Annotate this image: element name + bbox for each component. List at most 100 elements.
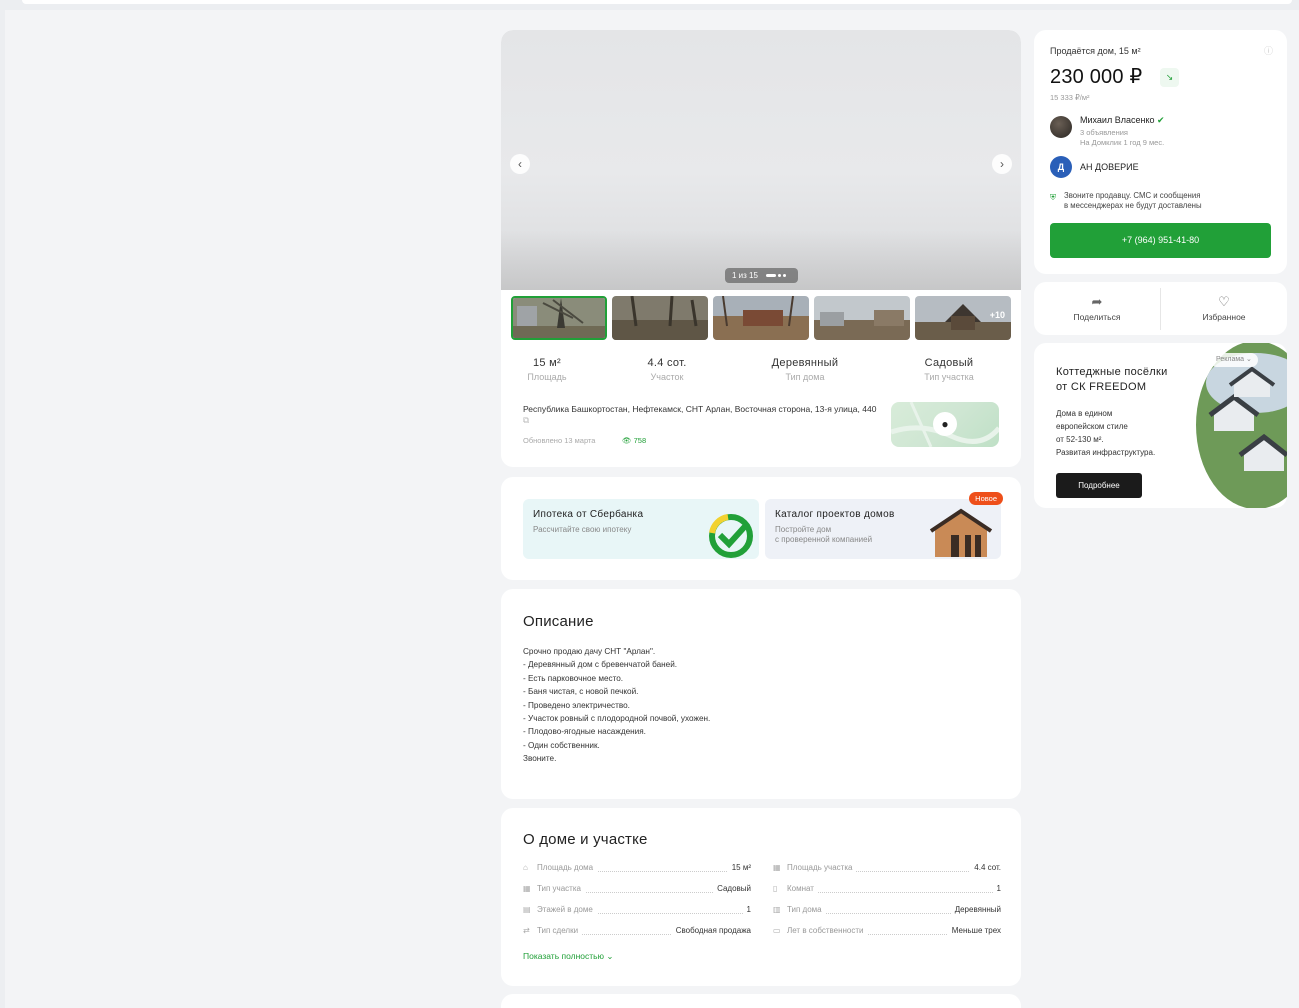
param-row: ▤ Этажей в доме 1	[523, 905, 751, 917]
description-title: Описание	[523, 613, 594, 630]
price-per-meter: 15 333 ₽/м²	[1050, 93, 1090, 102]
thumbnail-strip: +10	[511, 296, 1011, 340]
favorite-label: Избранное	[1202, 312, 1246, 322]
chevron-left-icon: ‹	[518, 157, 522, 171]
param-value: 1	[992, 884, 1001, 893]
seller-ads-count: 3 объявления	[1080, 128, 1128, 137]
catalog-subtitle-line: с проверенной компанией	[775, 535, 873, 544]
param-row: ▥ Тип дома Деревянный	[773, 905, 1001, 917]
param-value: 1	[742, 905, 751, 914]
param-row: ⌂ Площадь дома 15 м²	[523, 863, 751, 875]
param-value: Меньше трех	[947, 926, 1001, 935]
share-label: Поделиться	[1073, 312, 1121, 322]
param-row: ▯ Комнат 1	[773, 884, 1001, 896]
param-key: Тип сделки	[537, 926, 583, 935]
ad-text-line: Дома в едином	[1056, 409, 1113, 418]
spec-value: Садовый	[924, 357, 974, 369]
prev-photo-button[interactable]: ‹	[510, 154, 530, 174]
share-button[interactable]: ➦ Поделиться	[1034, 294, 1160, 322]
description-line: - Проведено электричество.	[523, 700, 630, 710]
catalog-banner[interactable]: Каталог проектов домов Постройте дом с п…	[765, 499, 1001, 559]
spec-house-type: Деревянный Тип дома	[755, 357, 855, 382]
description-line: - Участок ровный с плодородной почвой, у…	[523, 714, 711, 724]
updated-date: Обновлено 13 марта	[523, 436, 596, 445]
description-line: - Один собственник.	[523, 740, 600, 750]
warning-line: Звоните продавцу. СМС и сообщения	[1064, 191, 1201, 200]
agency-name[interactable]: АН ДОВЕРИЕ	[1080, 162, 1139, 172]
thumbnail[interactable]	[814, 296, 910, 340]
catalog-subtitle: Постройте дом с проверенной компанией	[775, 525, 872, 545]
eye-icon: 👁︎	[622, 436, 632, 445]
param-key: Лет в собственности	[787, 926, 868, 935]
param-row: ▦ Площадь участка 4.4 сот.	[773, 863, 1001, 875]
catalog-title: Каталог проектов домов	[775, 509, 895, 520]
map-pin-icon: ●	[933, 412, 957, 436]
ad-text-line: европейском стиле	[1056, 422, 1128, 431]
left-edge	[0, 10, 5, 1008]
ad-label[interactable]: Реклама ⌄	[1210, 353, 1258, 367]
ad-image	[1196, 343, 1287, 508]
param-key: Площадь участка	[787, 863, 857, 872]
door-icon: ▯	[773, 884, 778, 893]
verified-icon: ✔	[1157, 115, 1165, 125]
promo-card: Ипотека от Сбербанка Рассчитайте свою ип…	[501, 477, 1021, 580]
favorite-button[interactable]: ♡ Избранное	[1161, 294, 1287, 322]
spec-label: Площадь	[527, 372, 567, 382]
spec-value: Деревянный	[771, 357, 839, 369]
copy-icon[interactable]: ⧉	[523, 415, 529, 425]
description-card: Описание Срочно продаю дачу СНТ "Арлан".…	[501, 589, 1021, 799]
price-trend-icon[interactable]: ↘	[1160, 68, 1179, 87]
param-value: Свободная продажа	[671, 926, 751, 935]
ad-details-button[interactable]: Подробнее	[1056, 473, 1142, 498]
show-all-link[interactable]: Показать полностью ⌄	[523, 951, 613, 962]
chevron-down-icon: ⌄	[606, 951, 614, 961]
thumbnail[interactable]: +10	[915, 296, 1011, 340]
thumbnail[interactable]	[511, 296, 607, 340]
phone-button[interactable]: +7 (964) 951-41-80	[1050, 223, 1271, 258]
chevron-right-icon: ›	[1000, 157, 1004, 171]
avatar[interactable]	[1050, 116, 1072, 138]
about-card: О доме и участке ⌂ Площадь дома 15 м² ▦ …	[501, 808, 1021, 986]
seller-name[interactable]: Михаил Власенко ✔	[1080, 115, 1165, 126]
next-photo-button[interactable]: ›	[992, 154, 1012, 174]
param-key: Комнат	[787, 884, 818, 893]
spec-label: Участок	[650, 372, 684, 382]
ad-text-line: Развитая инфраструктура.	[1056, 448, 1156, 457]
description-line: - Баня чистая, с новой печкой.	[523, 687, 639, 697]
param-key: Тип участка	[537, 884, 585, 893]
ad-text: Дома в едином европейском стиле от 52-13…	[1056, 407, 1155, 459]
shield-icon: ⛨	[1050, 193, 1056, 202]
description-line: - Плодово-ягодные насаждения.	[523, 727, 646, 737]
param-row: ▭ Лет в собственности Меньше трех	[773, 926, 1001, 938]
thumbnail[interactable]	[713, 296, 809, 340]
mortgage-banner[interactable]: Ипотека от Сбербанка Рассчитайте свою ип…	[523, 499, 759, 559]
spec-plot: 4.4 сот. Участок	[631, 357, 703, 382]
ad-card[interactable]: Коттеджные посёлки от СК FREEDOM Дома в …	[1034, 343, 1287, 508]
main-photo[interactable]	[501, 30, 1021, 290]
ad-title-line: Коттеджные посёлки	[1056, 366, 1168, 378]
ad-text-line: от 52-130 м².	[1056, 435, 1104, 444]
gallery-card: ‹ › 1 из 15 +10 15 м² Площадь 4.4 сот. У…	[501, 30, 1021, 467]
listing-title: Продаётся дом, 15 м²	[1050, 46, 1141, 56]
param-value: 4.4 сот.	[970, 863, 1001, 872]
sber-logo-icon	[709, 514, 753, 558]
actions-card: ➦ Поделиться ♡ Избранное	[1034, 282, 1287, 335]
next-section-card	[501, 994, 1021, 1008]
views-value: 758	[633, 436, 647, 445]
price-card: Продаётся дом, 15 м² ⓘ 230 000 ₽ ↘ 15 33…	[1034, 30, 1287, 274]
views-count: 👁︎ 758	[622, 436, 646, 445]
ad-label-text: Реклама	[1216, 356, 1245, 363]
map-preview[interactable]: ●	[891, 402, 999, 447]
document-icon: ▭	[773, 926, 781, 935]
param-value: Деревянный	[950, 905, 1001, 914]
chevron-down-icon: ⌄	[1246, 356, 1252, 363]
warning-line: в мессенджерах не будут доставлены	[1064, 201, 1202, 210]
house-illustration-icon	[929, 508, 993, 557]
ad-title: Коттеджные посёлки от СК FREEDOM	[1056, 365, 1168, 395]
address-text: Республика Башкортостан, Нефтекамск, СНТ…	[523, 404, 877, 414]
thumbnail[interactable]	[612, 296, 708, 340]
param-row: ▦ Тип участка Садовый	[523, 884, 751, 896]
info-icon[interactable]: ⓘ	[1264, 44, 1273, 57]
spec-value: 4.4 сот.	[647, 357, 687, 369]
more-photos-count: +10	[989, 310, 1005, 320]
